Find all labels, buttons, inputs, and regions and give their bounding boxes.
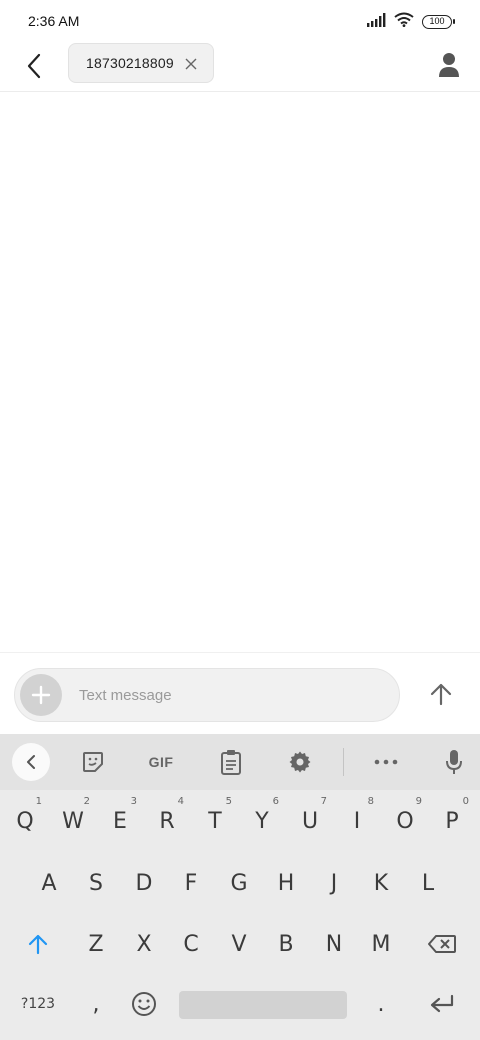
emoji-key[interactable] bbox=[121, 979, 167, 1029]
key-o[interactable]: O9 bbox=[382, 796, 428, 846]
recipient-number: 18730218809 bbox=[86, 55, 174, 71]
settings-button[interactable] bbox=[280, 744, 320, 780]
mic-icon bbox=[446, 750, 462, 774]
send-button[interactable] bbox=[424, 677, 458, 711]
key-d[interactable]: D bbox=[121, 858, 167, 908]
keyboard-toolbar: GIF bbox=[0, 734, 480, 790]
space-key[interactable] bbox=[179, 991, 347, 1019]
compose-field bbox=[14, 668, 400, 722]
key-n[interactable]: N bbox=[311, 919, 357, 969]
clipboard-button[interactable] bbox=[211, 744, 251, 780]
back-button[interactable] bbox=[18, 50, 50, 82]
sticker-icon bbox=[83, 752, 103, 772]
composer bbox=[0, 652, 480, 734]
key-b[interactable]: B bbox=[263, 919, 309, 969]
attach-button[interactable] bbox=[20, 674, 62, 716]
key-j[interactable]: J bbox=[311, 858, 357, 908]
more-options-button[interactable] bbox=[366, 744, 406, 780]
message-list bbox=[0, 92, 480, 652]
key-m[interactable]: M bbox=[358, 919, 404, 969]
key-l[interactable]: L bbox=[405, 858, 451, 908]
shift-key[interactable] bbox=[14, 919, 62, 969]
key-f[interactable]: F bbox=[168, 858, 214, 908]
key-w[interactable]: W2 bbox=[50, 796, 96, 846]
key-g[interactable]: G bbox=[216, 858, 262, 908]
key-v[interactable]: V bbox=[216, 919, 262, 969]
key-h[interactable]: H bbox=[263, 858, 309, 908]
symbols-key[interactable]: ?123 bbox=[12, 979, 64, 1029]
key-s[interactable]: S bbox=[73, 858, 119, 908]
key-r[interactable]: R4 bbox=[144, 796, 190, 846]
gif-button[interactable]: GIF bbox=[141, 744, 181, 780]
plus-icon bbox=[31, 685, 51, 705]
gif-label: GIF bbox=[148, 754, 174, 770]
comma-key[interactable]: , bbox=[73, 979, 119, 1029]
conversation-header: 18730218809 bbox=[0, 42, 480, 92]
key-e[interactable]: E3 bbox=[97, 796, 143, 846]
wifi-icon bbox=[394, 12, 414, 32]
chevron-left-icon bbox=[27, 755, 35, 769]
more-icon bbox=[374, 759, 398, 765]
messaging-screen: 2:36 AM 100 18730218809 Text message GIF… bbox=[0, 0, 480, 1040]
key-i[interactable]: I8 bbox=[334, 796, 380, 846]
voice-input-button[interactable] bbox=[434, 744, 474, 780]
backspace-key[interactable] bbox=[416, 919, 468, 969]
key-u[interactable]: U7 bbox=[287, 796, 333, 846]
remove-recipient-button[interactable] bbox=[183, 56, 199, 72]
sticker-button[interactable] bbox=[73, 744, 113, 780]
shift-arrow-icon bbox=[28, 934, 48, 955]
key-y[interactable]: Y6 bbox=[239, 796, 285, 846]
send-arrow-up-icon bbox=[430, 683, 452, 706]
key-c[interactable]: C bbox=[168, 919, 214, 969]
key-q[interactable]: Q1 bbox=[2, 796, 48, 846]
battery-icon: 100 bbox=[422, 15, 455, 29]
enter-arrow-icon bbox=[430, 994, 454, 1013]
key-x[interactable]: X bbox=[121, 919, 167, 969]
status-icons: 100 bbox=[366, 12, 455, 32]
message-input[interactable] bbox=[79, 681, 379, 709]
toolbar-collapse-button[interactable] bbox=[12, 743, 50, 781]
toolbar-divider bbox=[343, 748, 344, 776]
clipboard-icon bbox=[221, 750, 241, 775]
smiley-icon bbox=[132, 992, 156, 1016]
backspace-icon bbox=[428, 935, 456, 953]
recipient-chip[interactable]: 18730218809 bbox=[68, 43, 214, 83]
status-bar: 2:36 AM 100 bbox=[0, 0, 480, 42]
gear-icon bbox=[289, 751, 311, 773]
key-p[interactable]: P0 bbox=[429, 796, 475, 846]
key-t[interactable]: T5 bbox=[192, 796, 238, 846]
signal-icon bbox=[366, 12, 386, 32]
status-time: 2:36 AM bbox=[28, 13, 80, 29]
keyboard: GIF Q 1 W 2 E 3 R 4 T 5 Y 6 U 7 I 8 O 9 … bbox=[0, 734, 480, 1040]
add-contact-button[interactable] bbox=[432, 48, 466, 82]
enter-key[interactable] bbox=[416, 979, 468, 1029]
close-icon bbox=[185, 58, 197, 70]
key-z[interactable]: Z bbox=[73, 919, 119, 969]
key-a[interactable]: A bbox=[26, 858, 72, 908]
back-arrow-icon bbox=[27, 53, 41, 79]
period-key[interactable]: . bbox=[358, 979, 404, 1029]
person-icon bbox=[439, 53, 459, 77]
key-k[interactable]: K bbox=[358, 858, 404, 908]
